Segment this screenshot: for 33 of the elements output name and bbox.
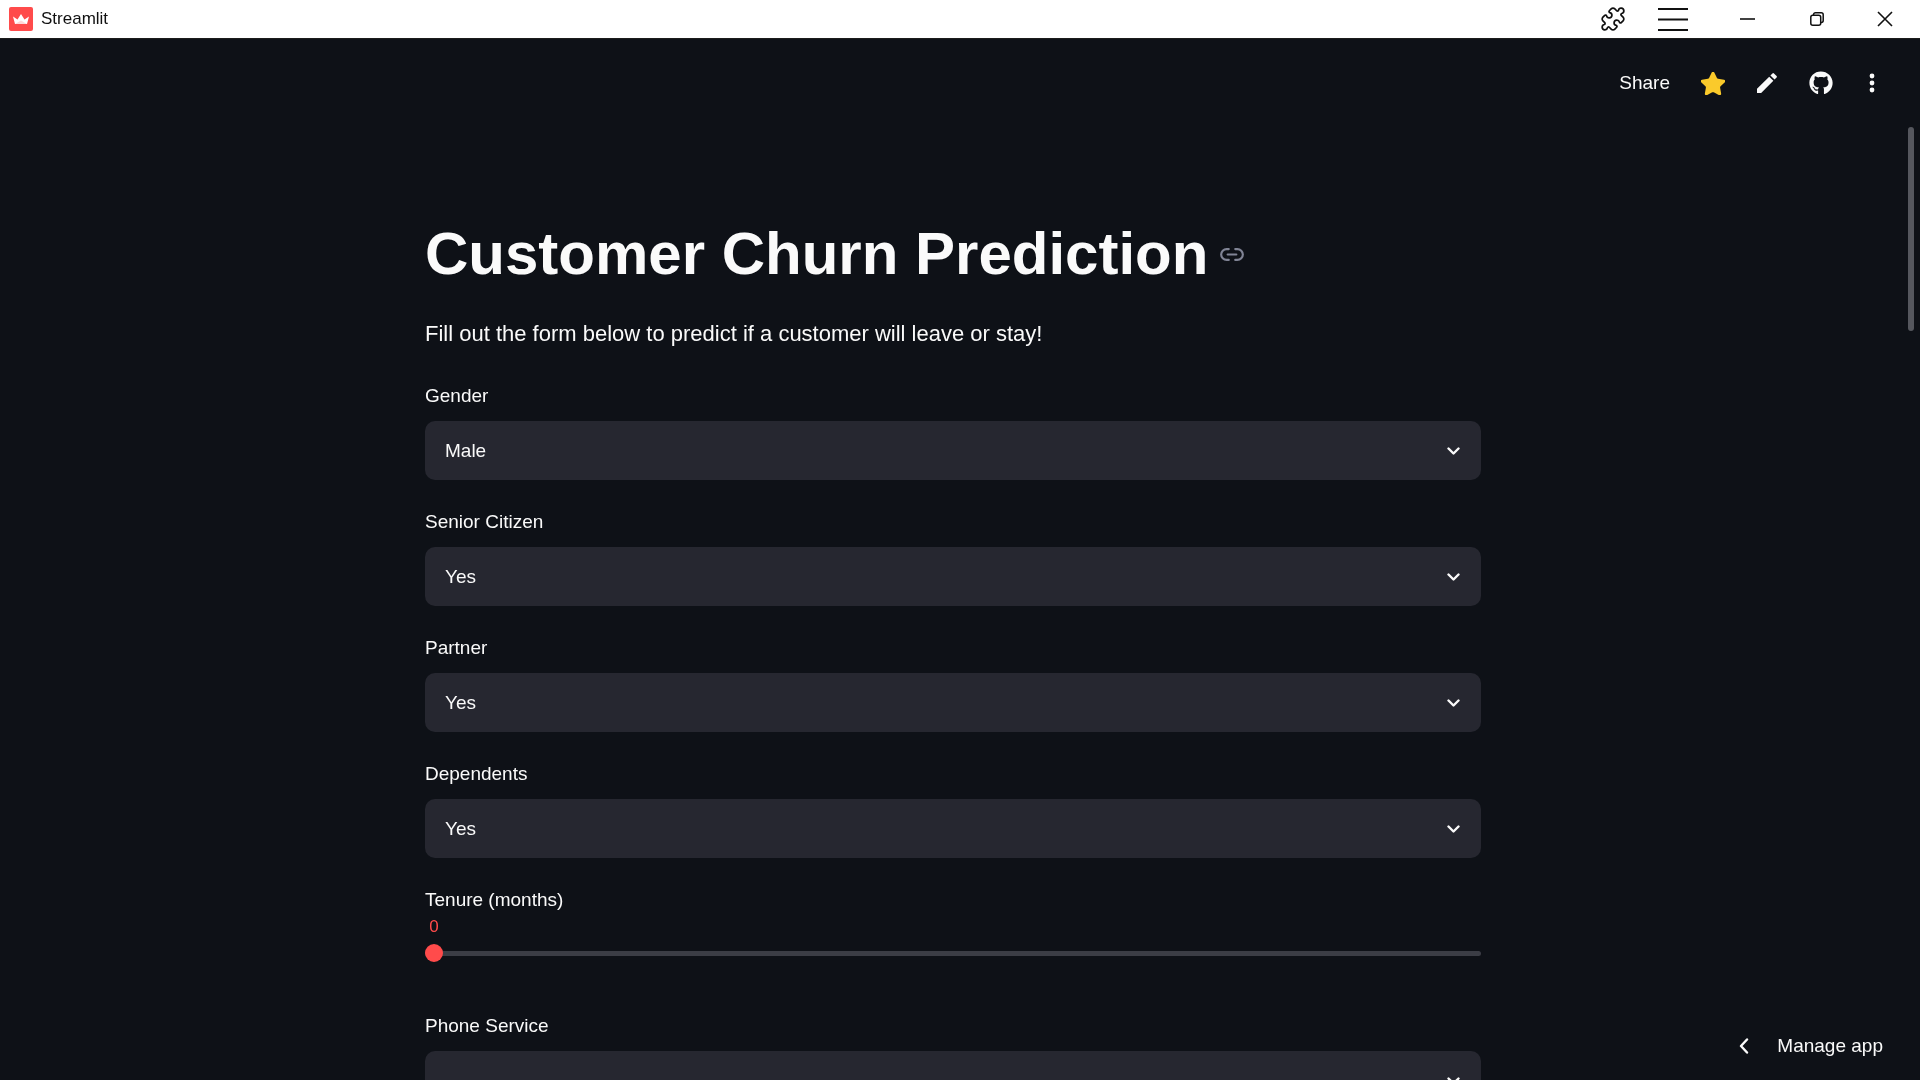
field-label: Gender xyxy=(425,384,490,408)
slider-value: 0 xyxy=(428,917,440,937)
slider-thumb[interactable] xyxy=(425,944,443,962)
more-options-icon[interactable] xyxy=(1869,73,1875,93)
manage-app-button[interactable]: Manage app xyxy=(1727,1024,1895,1067)
field-label: Phone Service xyxy=(425,1014,550,1038)
select-field[interactable]: Yes xyxy=(425,673,1481,732)
select-field[interactable]: Yes xyxy=(425,799,1481,858)
github-icon[interactable] xyxy=(1809,71,1833,95)
window-title: Streamlit xyxy=(41,9,109,29)
field-label: Senior Citizen xyxy=(425,510,545,534)
close-icon[interactable] xyxy=(1877,11,1893,27)
field-label: Partner xyxy=(425,636,489,660)
page-title: Customer Churn Prediction xyxy=(425,219,1209,289)
chevron-left-icon xyxy=(1739,1037,1750,1054)
select-field[interactable]: Male xyxy=(425,421,1481,480)
share-button[interactable]: Share xyxy=(1611,65,1678,101)
app-logo-icon xyxy=(9,7,33,31)
menu-icon[interactable] xyxy=(1658,7,1688,31)
select-field[interactable]: Yes xyxy=(425,547,1481,606)
chevron-down-icon xyxy=(1447,446,1460,455)
chevron-down-icon xyxy=(1447,824,1460,833)
restore-icon[interactable] xyxy=(1810,12,1824,26)
scrollbar-thumb[interactable] xyxy=(1908,127,1914,331)
star-icon[interactable] xyxy=(1701,71,1725,95)
link-icon[interactable] xyxy=(1220,247,1245,261)
chevron-down-icon xyxy=(1447,698,1460,707)
field-label: Dependents xyxy=(425,762,529,786)
pencil-icon[interactable] xyxy=(1757,73,1777,93)
puzzle-icon[interactable] xyxy=(1600,6,1626,32)
chevron-down-icon xyxy=(1447,572,1460,581)
field-label: Tenure (months) xyxy=(425,888,565,912)
page-subtitle: Fill out the form below to predict if a customer will leave or stay! xyxy=(425,320,1044,348)
